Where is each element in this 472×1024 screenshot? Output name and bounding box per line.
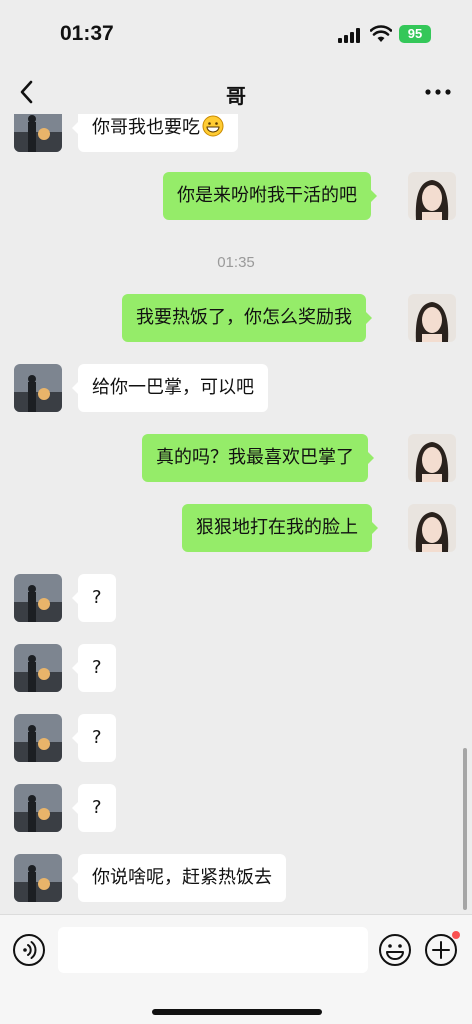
- status-time: 01:37: [60, 22, 114, 45]
- contact-avatar[interactable]: [14, 854, 62, 902]
- my-avatar[interactable]: [408, 504, 456, 552]
- contact-avatar[interactable]: [14, 644, 62, 692]
- message-bubble[interactable]: ?: [72, 644, 116, 692]
- contact-avatar[interactable]: [14, 574, 62, 622]
- message-timestamp: 01:35: [217, 254, 255, 271]
- grinning-face-icon: [202, 115, 224, 137]
- chat-title: 哥: [226, 84, 246, 108]
- contact-avatar[interactable]: [14, 784, 62, 832]
- message-bubble[interactable]: 你是来吩咐我干活的吧: [163, 172, 377, 220]
- message-text: ?: [92, 727, 102, 748]
- signal-icon: [338, 28, 360, 43]
- message-bubble[interactable]: 我要热饭了，你怎么奖励我: [122, 294, 372, 342]
- contact-avatar[interactable]: [14, 114, 62, 152]
- contact-avatar[interactable]: [14, 714, 62, 762]
- my-avatar[interactable]: [408, 172, 456, 220]
- message-bubble[interactable]: ?: [72, 574, 116, 622]
- message-list[interactable]: 你哥我也要吃 你是来吩咐我干活的吧 01:35 我要热饭了，你怎么奖励我 给你一…: [0, 114, 472, 914]
- more-dots-icon[interactable]: [424, 88, 452, 96]
- message-bubble[interactable]: 你说啥呢，赶紧热饭去: [72, 854, 286, 902]
- message-text: ?: [92, 797, 102, 818]
- message-text: ?: [92, 657, 102, 678]
- message-text: 我要热饭了，你怎么奖励我: [136, 307, 352, 328]
- message-bubble[interactable]: 真的吗？我最喜欢巴掌了: [142, 434, 374, 482]
- message-bubble[interactable]: ?: [72, 714, 116, 762]
- message-bubble[interactable]: 狠狠地打在我的脸上: [182, 504, 378, 552]
- battery-indicator: 95: [399, 25, 431, 43]
- message-input[interactable]: [58, 927, 368, 973]
- voice-icon[interactable]: [12, 933, 46, 967]
- message-text: ?: [92, 587, 102, 608]
- message-text: 真的吗？我最喜欢巴掌了: [156, 447, 354, 468]
- wifi-icon: [370, 25, 392, 42]
- scrollbar[interactable]: [463, 748, 467, 910]
- contact-avatar[interactable]: [14, 364, 62, 412]
- message-text: 狠狠地打在我的脸上: [196, 517, 358, 538]
- message-bubble[interactable]: ?: [72, 784, 116, 832]
- message-text: 你说啥呢，赶紧热饭去: [92, 867, 272, 888]
- message-text: 你哥我也要吃: [92, 117, 200, 138]
- message-text: 你是来吩咐我干活的吧: [177, 185, 357, 206]
- my-avatar[interactable]: [408, 294, 456, 342]
- nav-bar: 哥: [0, 70, 472, 114]
- my-avatar[interactable]: [408, 434, 456, 482]
- message-bubble[interactable]: 你哥我也要吃: [72, 114, 238, 152]
- home-indicator[interactable]: [152, 1009, 322, 1015]
- notification-dot: [452, 931, 460, 939]
- emoji-icon[interactable]: [378, 933, 412, 967]
- status-bar: 01:37 95: [0, 0, 472, 70]
- message-text: 给你一巴掌，可以吧: [92, 377, 254, 398]
- message-bubble[interactable]: 给你一巴掌，可以吧: [72, 364, 268, 412]
- input-bar: [0, 914, 472, 1024]
